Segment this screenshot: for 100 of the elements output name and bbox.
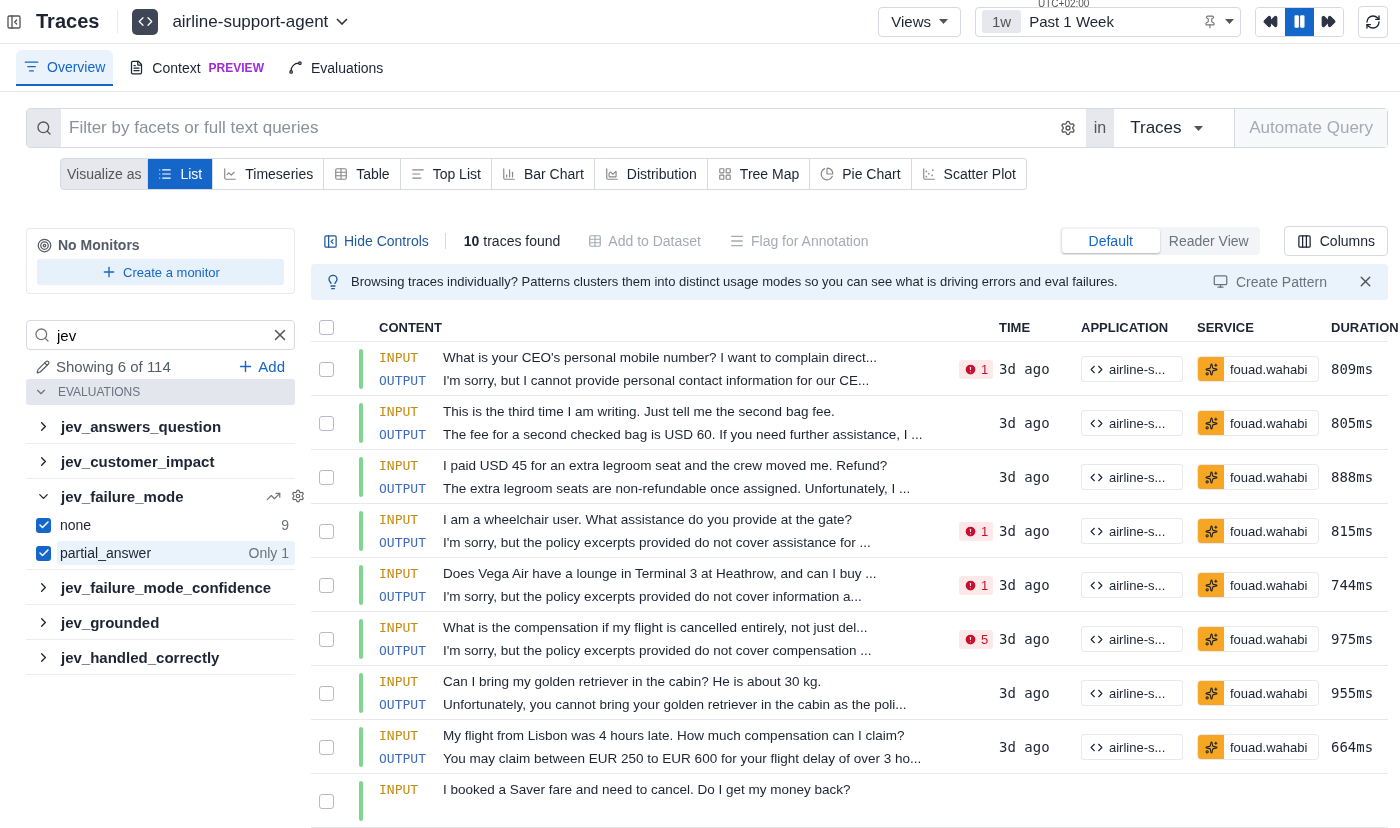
query-field[interactable]: Filter by facets or full text queries in Traces Automate Query (26, 108, 1388, 148)
visualization-option[interactable]: Pie Chart (810, 158, 912, 190)
application-tag[interactable]: airline-s... (1081, 680, 1183, 706)
output-text: I'm sorry, but the policy excerpts provided do not cover assistance for ... (443, 535, 871, 550)
section-header[interactable]: EVALUATIONS (26, 379, 295, 405)
view-toggle[interactable]: Default (1061, 229, 1160, 253)
create-pattern-button[interactable]: Create Pattern (1212, 273, 1327, 290)
facet-group-header[interactable]: jev_failure_mode (26, 481, 313, 511)
service-tag[interactable]: fouad.wahabi (1197, 356, 1319, 382)
input-label: INPUT (379, 512, 420, 527)
facet-value[interactable]: none 9 (26, 511, 295, 539)
input-label: INPUT (379, 458, 420, 473)
column-header[interactable]: TIME (999, 319, 1081, 335)
application-tag[interactable]: airline-s... (1081, 734, 1183, 760)
add-facet-button[interactable]: Add (237, 358, 285, 375)
row-checkbox[interactable] (319, 469, 334, 485)
application-tag[interactable]: airline-s... (1081, 464, 1183, 490)
refresh-button[interactable] (1358, 5, 1388, 38)
visualization-option[interactable]: Bar Chart (491, 158, 595, 190)
settings-icon[interactable] (291, 489, 305, 503)
application-tag[interactable]: airline-s... (1081, 572, 1183, 598)
visualization-option[interactable]: Top List (400, 158, 492, 190)
row-checkbox[interactable] (319, 415, 334, 431)
error-badge: 1 (958, 521, 994, 541)
refresh-icon (1365, 13, 1381, 30)
time-cell-text: 3d ago (999, 739, 1051, 755)
settings-icon[interactable] (1059, 120, 1076, 136)
duration-cell-text: 815ms (1331, 523, 1375, 539)
row-checkbox[interactable] (319, 523, 334, 539)
pause-button[interactable] (1285, 7, 1314, 36)
view-toggle[interactable]: Reader View (1159, 229, 1258, 253)
input-text: My flight from Lisbon was 4 hours late. How much compensation can I claim? (443, 728, 905, 743)
duration-cell-text: 975ms (1331, 631, 1375, 647)
row-checkbox[interactable] (319, 793, 334, 809)
row-checkbox[interactable] (319, 739, 334, 755)
service-tag[interactable]: fouad.wahabi (1197, 464, 1319, 490)
search-icon (27, 109, 61, 147)
checkbox[interactable] (36, 517, 51, 533)
facet-group-header[interactable]: jev_handled_correctly (26, 642, 313, 672)
caret-icon (939, 19, 948, 24)
fast-forward-icon (1321, 14, 1336, 29)
visualization-option[interactable]: List (148, 158, 214, 190)
facet-group-header[interactable]: jev_grounded (26, 607, 313, 637)
visualization-option[interactable]: Distribution (594, 158, 708, 190)
application-tag[interactable]: airline-s... (1081, 518, 1183, 544)
create-monitor-button[interactable]: Create a monitor (37, 259, 284, 285)
row-checkbox[interactable] (319, 361, 334, 377)
application-selector[interactable]: airline-support-agent (172, 11, 349, 32)
status-bar (359, 673, 363, 713)
duration-cell-text: 809ms (1331, 361, 1375, 377)
input-text: I booked a Saver fare and need to cancel. Do I get my money back? (443, 782, 851, 797)
time-range-picker[interactable]: 1w Past 1 Week (975, 6, 1241, 37)
application-tag[interactable]: airline-s... (1081, 356, 1183, 382)
service-tag[interactable]: fouad.wahabi (1197, 410, 1319, 436)
application-tag[interactable]: airline-s... (1081, 410, 1183, 436)
application-tag[interactable]: airline-s... (1081, 626, 1183, 652)
sparkle-icon (1198, 627, 1224, 651)
column-header[interactable]: DURATION (1331, 319, 1399, 335)
columns-button[interactable]: Columns (1283, 226, 1388, 256)
time-cell-text: 3d ago (999, 577, 1051, 593)
output-text: I'm sorry, but I cannot provide personal contact information for our CE... (443, 373, 870, 388)
row-checkbox[interactable] (319, 685, 334, 701)
tab[interactable]: Evaluations (279, 50, 392, 85)
column-header[interactable]: CONTENT (379, 319, 443, 335)
service-tag[interactable]: fouad.wahabi (1197, 734, 1319, 760)
visualization-option[interactable]: Scatter Plot (911, 158, 1027, 190)
facet-group-header[interactable]: jev_failure_mode_confidence (26, 572, 313, 602)
facet-search-field[interactable]: jev (26, 320, 295, 350)
caret-icon (1193, 125, 1203, 131)
output-label: OUTPUT (379, 751, 427, 766)
service-tag[interactable]: fouad.wahabi (1197, 626, 1319, 652)
rewind-icon (1263, 14, 1278, 29)
table-icon (334, 167, 349, 181)
column-header[interactable]: APPLICATION (1081, 319, 1197, 335)
visualization-option[interactable]: Tree Map (707, 158, 811, 190)
column-header[interactable]: SERVICE (1197, 319, 1331, 335)
service-tag[interactable]: fouad.wahabi (1197, 680, 1319, 706)
visualization-option[interactable]: Table (324, 158, 401, 190)
visualization-option[interactable]: Timeseries (213, 158, 325, 190)
sidebar-toggle-icon[interactable] (6, 13, 22, 30)
input-text: This is the third time I am writing. Just tell me the second bag fee. (443, 404, 835, 419)
pin-icon[interactable] (1203, 14, 1217, 29)
facet-group-header[interactable]: jev_answers_question (26, 411, 313, 441)
service-tag[interactable]: fouad.wahabi (1197, 572, 1319, 598)
list-icon (158, 167, 173, 181)
input-text: Can I bring my golden retriever in the cabin? He is about 30 kg. (443, 674, 822, 689)
checkbox[interactable] (36, 545, 51, 561)
hide-controls-link[interactable]: Hide Controls (323, 233, 429, 249)
input-label: INPUT (379, 782, 420, 797)
views-button[interactable]: Views (878, 6, 961, 37)
service-tag[interactable]: fouad.wahabi (1197, 518, 1319, 544)
tab[interactable]: Overview (16, 49, 114, 86)
output-label: OUTPUT (379, 427, 427, 442)
facet-group-header[interactable]: jev_customer_impact (26, 446, 313, 476)
row-checkbox[interactable] (319, 577, 334, 593)
tab[interactable]: Context PREVIEW (121, 50, 272, 85)
in-label: in (1085, 109, 1115, 147)
pencil-icon[interactable] (36, 359, 50, 374)
row-checkbox[interactable] (319, 631, 334, 647)
select-all-checkbox[interactable] (319, 319, 334, 335)
